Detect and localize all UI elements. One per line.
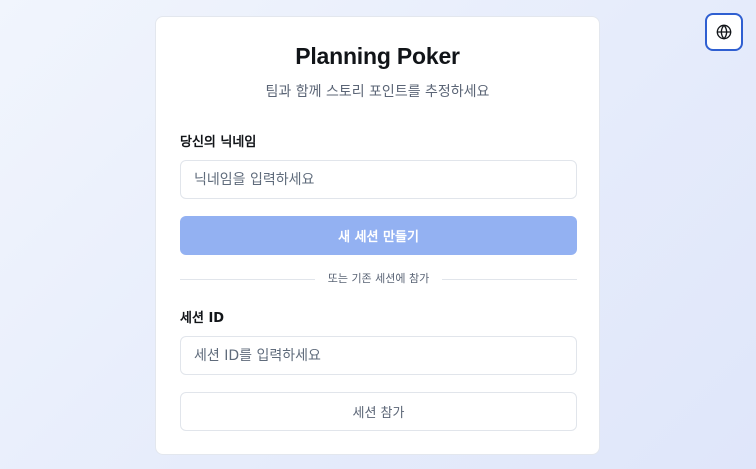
session-id-input[interactable] (180, 336, 577, 375)
globe-icon (716, 24, 732, 40)
session-id-label: 세션 ID (180, 311, 225, 326)
join-session-button[interactable]: 세션 참가 (180, 392, 577, 431)
app-title: Planning Poker (295, 43, 460, 69)
nickname-input[interactable] (180, 160, 577, 199)
or-divider: 또는 기존 세션에 참가 (180, 271, 577, 287)
nickname-label: 당신의 닉네임 (180, 135, 257, 150)
create-session-button[interactable]: 새 세션 만들기 (180, 216, 577, 255)
session-card: Planning Poker 팀과 함께 스토리 포인트를 추정하세요 당신의 … (155, 16, 600, 455)
divider-line-right (442, 279, 577, 280)
language-button[interactable] (705, 13, 743, 51)
app-subtitle: 팀과 함께 스토리 포인트를 추정하세요 (265, 84, 490, 100)
